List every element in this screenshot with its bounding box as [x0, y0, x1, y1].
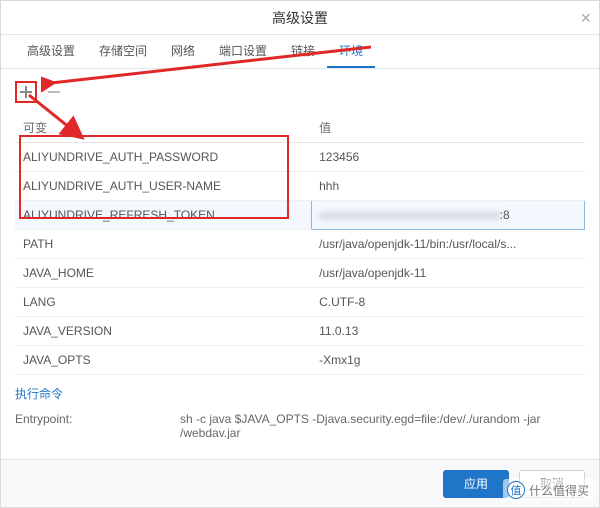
close-icon[interactable]: × [580, 1, 591, 35]
entrypoint-label: Entrypoint: [15, 412, 180, 439]
env-var-name[interactable]: PATH [15, 230, 311, 259]
env-var-name[interactable]: LANG [15, 288, 311, 317]
env-var-name[interactable]: JAVA_VERSION [15, 317, 311, 346]
cancel-button[interactable]: 取消 [519, 470, 585, 498]
tab-network[interactable]: 网络 [159, 34, 207, 68]
env-variable-table: 可变 值 ALIYUNDRIVE_AUTH_PASSWORD 123456 AL… [15, 113, 585, 375]
env-col-variable[interactable]: 可变 [15, 113, 311, 143]
env-var-name[interactable]: JAVA_OPTS [15, 346, 311, 375]
table-row[interactable]: LANG C.UTF-8 [15, 288, 585, 317]
env-var-value[interactable]: -Xmx1g [311, 346, 584, 375]
table-row[interactable]: PATH /usr/java/openjdk-11/bin:/usr/local… [15, 230, 585, 259]
entrypoint-row: Entrypoint: sh -c java $JAVA_OPTS -Djava… [15, 408, 585, 439]
env-toolbar [15, 79, 585, 113]
env-var-value[interactable]: 11.0.13 [311, 317, 584, 346]
table-row[interactable]: ALIYUNDRIVE_AUTH_PASSWORD 123456 [15, 143, 585, 172]
table-row[interactable]: ALIYUNDRIVE_REFRESH_TOKEN xxxxxxxxxxxxxx… [15, 201, 585, 230]
env-var-value[interactable]: 123456 [311, 143, 584, 172]
env-var-name[interactable]: JAVA_HOME [15, 259, 311, 288]
tab-strip: 高级设置 存储空间 网络 端口设置 链接 环境 [1, 35, 599, 69]
table-row[interactable]: JAVA_OPTS -Xmx1g [15, 346, 585, 375]
env-var-value[interactable]: C.UTF-8 [311, 288, 584, 317]
env-var-value[interactable]: /usr/java/openjdk-11 [311, 259, 584, 288]
tab-ports[interactable]: 端口设置 [207, 34, 279, 68]
tab-advanced[interactable]: 高级设置 [15, 34, 87, 68]
env-var-name[interactable]: ALIYUNDRIVE_AUTH_USER-NAME [15, 172, 311, 201]
dialog-title: 高级设置 [272, 10, 328, 26]
env-var-value[interactable]: /usr/java/openjdk-11/bin:/usr/local/s... [311, 230, 584, 259]
remove-variable-button[interactable] [43, 81, 65, 103]
apply-button[interactable]: 应用 [443, 470, 509, 498]
dialog-footer: 应用 取消 [1, 459, 599, 507]
tab-storage[interactable]: 存储空间 [87, 34, 159, 68]
env-var-name[interactable]: ALIYUNDRIVE_REFRESH_TOKEN [15, 201, 311, 230]
table-row[interactable]: JAVA_VERSION 11.0.13 [15, 317, 585, 346]
exec-section-label: 执行命令 [15, 375, 585, 408]
env-var-value[interactable]: xxxxxxxxxxxxxxxxxxxxxxxxxxxxxx:8 [311, 201, 584, 230]
content-area: 可变 值 ALIYUNDRIVE_AUTH_PASSWORD 123456 AL… [1, 69, 599, 439]
table-row[interactable]: ALIYUNDRIVE_AUTH_USER-NAME hhh [15, 172, 585, 201]
advanced-settings-dialog: 高级设置 × 高级设置 存储空间 网络 端口设置 链接 环境 可变 值 [0, 0, 600, 508]
env-var-name[interactable]: ALIYUNDRIVE_AUTH_PASSWORD [15, 143, 311, 172]
tab-environment[interactable]: 环境 [327, 34, 375, 68]
table-row[interactable]: JAVA_HOME /usr/java/openjdk-11 [15, 259, 585, 288]
redacted-token: xxxxxxxxxxxxxxxxxxxxxxxxxxxxxx [320, 208, 500, 222]
dialog-titlebar: 高级设置 × [1, 1, 599, 35]
env-var-value[interactable]: hhh [311, 172, 584, 201]
tab-links[interactable]: 链接 [279, 34, 327, 68]
env-col-value[interactable]: 值 [311, 113, 584, 143]
entrypoint-value: sh -c java $JAVA_OPTS -Djava.security.eg… [180, 412, 585, 439]
add-variable-button[interactable] [15, 81, 37, 103]
